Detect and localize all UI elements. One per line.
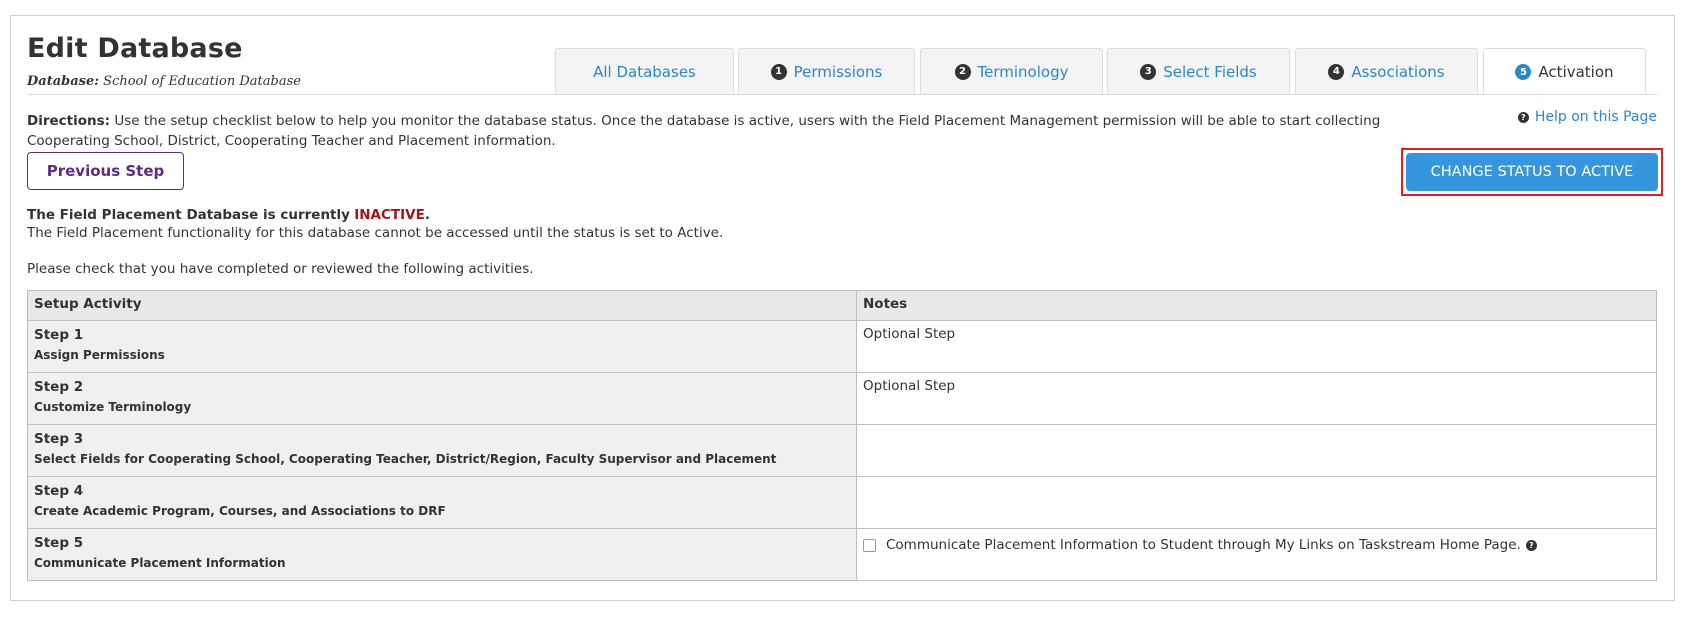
step-desc: Communicate Placement Information — [34, 556, 286, 570]
database-line: Database: School of Education Database — [27, 74, 301, 89]
tab-label: Terminology — [977, 62, 1069, 81]
tab-label: Permissions — [793, 62, 883, 81]
step-2-icon: 2 — [954, 63, 971, 80]
tabs-divider — [27, 94, 1657, 95]
table-row: Step 5 Communicate Placement Information… — [27, 528, 1657, 581]
activity-cell: Step 2 Customize Terminology — [27, 372, 857, 425]
table-row: Step 3 Select Fields for Cooperating Sch… — [27, 424, 1657, 477]
step-desc: Select Fields for Cooperating School, Co… — [34, 452, 777, 466]
status-detail: The Field Placement functionality for th… — [27, 225, 724, 241]
step-title: Step 4 — [34, 483, 84, 499]
step-title: Step 2 — [34, 379, 84, 395]
communicate-checkbox-row: Communicate Placement Information to Stu… — [863, 537, 1650, 553]
status-badge: INACTIVE — [354, 207, 425, 223]
database-name: School of Education Database — [103, 74, 301, 89]
activity-cell: Step 5 Communicate Placement Information — [27, 528, 857, 581]
tab-label: Associations — [1351, 62, 1445, 81]
previous-step-button[interactable]: Previous Step — [27, 152, 184, 190]
highlight-box: CHANGE STATUS TO ACTIVE — [1401, 148, 1663, 196]
status-line: The Field Placement Database is currentl… — [27, 206, 430, 224]
tab-label: Activation — [1538, 63, 1614, 81]
step-5-icon: 5 — [1515, 64, 1532, 80]
help-label: Help on this Page — [1534, 109, 1657, 125]
step-3-icon: 3 — [1140, 63, 1157, 80]
page-title: Edit Database — [27, 33, 243, 64]
table-row: Step 2 Customize Terminology Optional St… — [27, 372, 1657, 425]
step-desc: Customize Terminology — [34, 400, 192, 414]
tab-label: All Databases — [593, 62, 696, 81]
notes-cell — [856, 476, 1657, 529]
directions-body: Use the setup checklist below to help yo… — [27, 113, 1381, 149]
table-header-row: Setup Activity Notes — [27, 290, 1657, 321]
communicate-checkbox-label: Communicate Placement Information to Stu… — [886, 537, 1521, 553]
step-desc: Create Academic Program, Courses, and As… — [34, 504, 446, 518]
activity-cell: Step 1 Assign Permissions — [27, 320, 857, 373]
status-suffix: . — [424, 207, 430, 223]
help-link[interactable]: ? Help on this Page — [1517, 109, 1657, 125]
notes-cell: Optional Step — [856, 320, 1657, 373]
table-row: Step 4 Create Academic Program, Courses,… — [27, 476, 1657, 529]
tab-label: Select Fields — [1163, 62, 1257, 81]
communicate-checkbox[interactable] — [863, 538, 876, 552]
notes-cell: Optional Step — [856, 372, 1657, 425]
directions-label: Directions: — [27, 113, 111, 129]
table-row: Step 1 Assign Permissions Optional Step — [27, 320, 1657, 373]
notes-cell: Communicate Placement Information to Stu… — [856, 528, 1657, 581]
question-icon: ? — [1517, 111, 1529, 123]
step-title: Step 1 — [34, 327, 84, 343]
database-label: Database: — [27, 74, 100, 89]
activity-cell: Step 4 Create Academic Program, Courses,… — [27, 476, 857, 529]
notes-cell — [856, 424, 1657, 477]
setup-table: Setup Activity Notes Step 1 Assign Permi… — [27, 290, 1657, 581]
directions-text: Directions: Use the setup checklist belo… — [27, 111, 1447, 151]
change-status-button[interactable]: CHANGE STATUS TO ACTIVE — [1406, 153, 1658, 191]
activity-cell: Step 3 Select Fields for Cooperating Sch… — [27, 424, 857, 477]
header-setup-activity: Setup Activity — [27, 290, 857, 321]
step-4-icon: 4 — [1328, 63, 1345, 80]
tab-terminology[interactable]: 2 Terminology — [920, 48, 1103, 94]
question-icon[interactable]: ? — [1525, 539, 1537, 551]
step-desc: Assign Permissions — [34, 348, 165, 362]
status-prefix: The Field Placement Database is currentl… — [27, 207, 350, 223]
tab-all-databases[interactable]: All Databases — [555, 48, 734, 94]
step-1-icon: 1 — [770, 63, 787, 80]
tab-activation[interactable]: 5 Activation — [1483, 48, 1646, 95]
tab-associations[interactable]: 4 Associations — [1295, 48, 1478, 94]
tab-permissions[interactable]: 1 Permissions — [738, 48, 915, 94]
tab-select-fields[interactable]: 3 Select Fields — [1107, 48, 1290, 94]
check-note: Please check that you have completed or … — [27, 261, 534, 277]
step-title: Step 5 — [34, 535, 84, 551]
header-notes: Notes — [856, 290, 1657, 321]
step-title: Step 3 — [34, 431, 84, 447]
